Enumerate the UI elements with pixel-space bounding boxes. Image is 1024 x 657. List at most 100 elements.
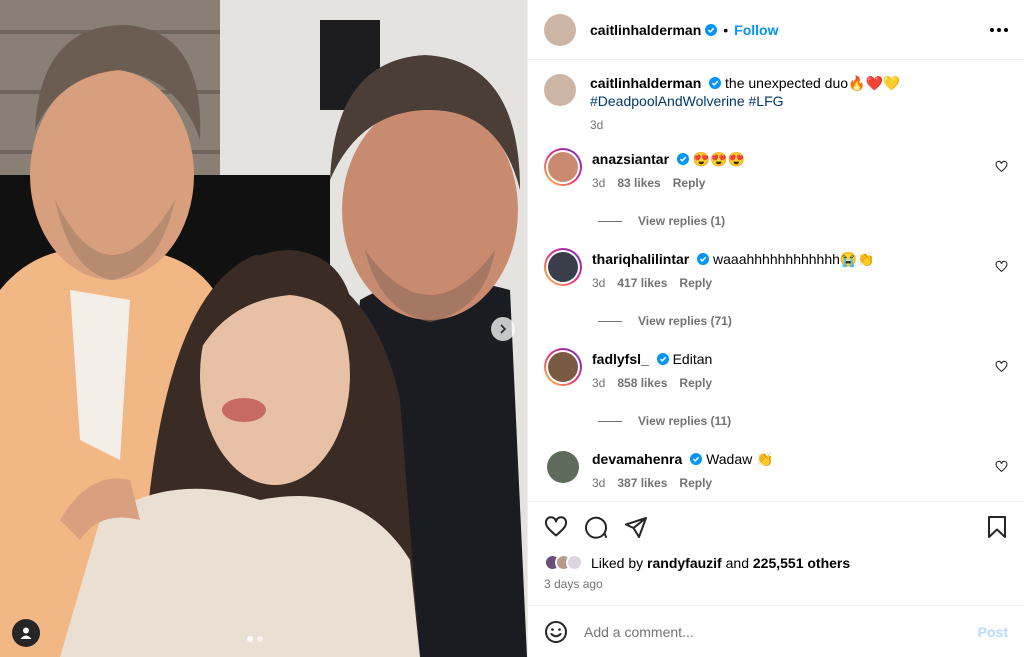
caption-username[interactable]: caitlinhalderman <box>590 75 701 91</box>
caption-text: the unexpected duo <box>725 75 849 91</box>
bookmark-icon[interactable] <box>986 515 1008 539</box>
carousel-indicator <box>247 636 263 642</box>
user-tags-button[interactable] <box>12 619 40 647</box>
comments-list[interactable]: caitlinhalderman the unexpected duo🔥❤️💛 … <box>528 60 1024 501</box>
comment-body: thariqhalilintar waaahhhhhhhhhhhh😭👏 3d 4… <box>592 250 1008 290</box>
comment-username[interactable]: fadlyfsl_ <box>592 351 649 367</box>
carousel-dot <box>257 636 263 642</box>
more-options-icon[interactable] <box>990 27 1008 32</box>
comment-body: fadlyfsl_ Editan 3d 858 likes Reply <box>592 350 1008 390</box>
comment-body: devamahenra Wadaw 👏 3d 387 likes Reply <box>592 450 1008 490</box>
view-replies-button[interactable]: View replies (71) <box>598 314 1008 328</box>
reply-button[interactable]: Reply <box>679 376 712 390</box>
comment-item: anazsiantar 😍😍😍 3d 83 likes Reply <box>544 148 1008 190</box>
comment-text: 😍😍😍 <box>692 151 746 167</box>
comment-likes[interactable]: 387 likes <box>617 476 667 490</box>
view-replies-label: View replies (71) <box>638 314 732 328</box>
likes-others[interactable]: 225,551 others <box>753 555 850 571</box>
post-actions: Liked by randyfauzif and 225,551 others … <box>528 501 1024 605</box>
liker-avatar <box>566 554 583 571</box>
comment-like-heart-icon[interactable] <box>995 160 1008 173</box>
caption-meta: 3d <box>590 118 1008 132</box>
share-icon[interactable] <box>624 515 648 539</box>
post-details-panel: caitlinhalderman • Follow caitlinhalderm… <box>527 0 1024 657</box>
instagram-post-modal: caitlinhalderman • Follow caitlinhalderm… <box>0 0 1024 657</box>
user-tag-icon <box>20 627 32 639</box>
comment-username[interactable]: anazsiantar <box>592 151 669 167</box>
caption-emoji: 🔥❤️💛 <box>848 75 901 91</box>
carousel-dot-active <box>247 636 253 642</box>
comment-age: 3d <box>592 476 606 490</box>
caption-body: caitlinhalderman the unexpected duo🔥❤️💛 … <box>590 74 1008 132</box>
view-replies-button[interactable]: View replies (11) <box>598 414 1008 428</box>
caption-hashtags[interactable]: #DeadpoolAndWolverine #LFG <box>590 92 1008 110</box>
comment-line: fadlyfsl_ Editan <box>592 350 1008 368</box>
comment-age: 3d <box>592 376 606 390</box>
comment-like-heart-icon[interactable] <box>995 460 1008 473</box>
reply-button[interactable]: Reply <box>673 176 706 190</box>
caption-line: caitlinhalderman the unexpected duo🔥❤️💛 <box>590 74 1008 92</box>
verified-badge-icon <box>697 253 710 265</box>
likes-and: and <box>725 554 749 571</box>
comment-text: Wadaw 👏 <box>706 451 774 467</box>
photo-illustration <box>0 0 527 657</box>
comment-like-heart-icon[interactable] <box>995 260 1008 273</box>
verified-badge-icon <box>705 23 718 36</box>
next-arrow-icon <box>500 324 507 334</box>
verified-badge-icon <box>656 353 669 365</box>
comment-username[interactable]: thariqhalilintar <box>592 251 689 267</box>
comment-meta: 3d 83 likes Reply <box>592 176 1008 190</box>
author-username[interactable]: caitlinhalderman <box>590 22 701 38</box>
likes-summary[interactable]: Liked by randyfauzif and 225,551 others <box>544 554 1008 571</box>
view-replies-label: View replies (11) <box>638 414 732 428</box>
caption-avatar[interactable] <box>544 74 576 106</box>
comment-icon[interactable] <box>584 515 608 539</box>
comment-avatar <box>548 252 578 282</box>
comment-meta: 3d 417 likes Reply <box>592 276 1008 290</box>
comment-item: devamahenra Wadaw 👏 3d 387 likes Reply <box>544 448 1008 490</box>
comment-line: anazsiantar 😍😍😍 <box>592 150 1008 168</box>
emoji-icon[interactable] <box>544 620 568 644</box>
comment-age: 3d <box>592 176 606 190</box>
post-comment-button[interactable]: Post <box>978 624 1008 640</box>
story-ring[interactable] <box>544 148 582 186</box>
comment-body: anazsiantar 😍😍😍 3d 83 likes Reply <box>592 150 1008 190</box>
post-header: caitlinhalderman • Follow <box>528 0 1024 60</box>
likes-user[interactable]: randyfauzif <box>647 555 722 571</box>
comment-item: thariqhalilintar waaahhhhhhhhhhhh😭👏 3d 4… <box>544 248 1008 290</box>
view-replies-label: View replies (1) <box>638 214 726 228</box>
comment-input[interactable] <box>584 623 978 640</box>
likes-prefix: Liked by <box>591 554 644 571</box>
post-image[interactable] <box>0 0 527 657</box>
follow-button[interactable]: Follow <box>734 22 778 38</box>
story-ring[interactable] <box>544 248 582 286</box>
reply-button[interactable]: Reply <box>679 276 712 290</box>
comment-age: 3d <box>592 276 606 290</box>
separator-dot: • <box>723 21 729 38</box>
comment-username[interactable]: devamahenra <box>592 451 682 467</box>
story-ring[interactable] <box>544 348 582 386</box>
view-replies-button[interactable]: View replies (1) <box>598 214 1008 228</box>
author-avatar[interactable] <box>544 13 576 46</box>
comment-likes[interactable]: 858 likes <box>617 376 667 390</box>
comment-line: devamahenra Wadaw 👏 <box>592 450 1008 468</box>
comment-avatar <box>548 352 578 382</box>
verified-badge-icon <box>676 153 689 165</box>
comment-likes[interactable]: 417 likes <box>617 276 667 290</box>
comment-item: fadlyfsl_ Editan 3d 858 likes Reply <box>544 348 1008 390</box>
reply-button[interactable]: Reply <box>679 476 712 490</box>
comment-likes[interactable]: 83 likes <box>617 176 660 190</box>
comment-meta: 3d 387 likes Reply <box>592 476 1008 490</box>
comment-text: waaahhhhhhhhhhhh😭👏 <box>713 251 875 267</box>
comment-line: thariqhalilintar waaahhhhhhhhhhhh😭👏 <box>592 250 1008 268</box>
verified-badge-icon <box>690 453 703 465</box>
comment-text: Editan <box>672 351 713 367</box>
comment-avatar[interactable] <box>547 451 579 483</box>
action-icons-row <box>544 514 1008 540</box>
heart-icon[interactable] <box>544 515 568 539</box>
comment-avatar <box>548 152 578 182</box>
next-image-button[interactable] <box>491 317 515 341</box>
caption-age: 3d <box>590 118 604 132</box>
comment-like-heart-icon[interactable] <box>995 360 1008 373</box>
liker-avatars <box>544 554 583 571</box>
